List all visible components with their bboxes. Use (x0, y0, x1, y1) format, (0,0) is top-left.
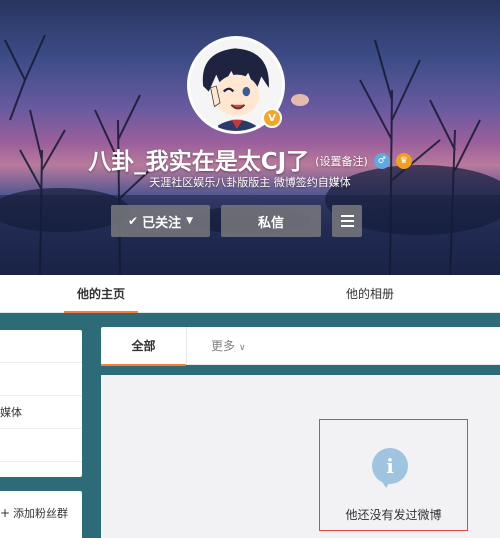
message-button[interactable]: 私信 (221, 205, 321, 237)
following-button[interactable]: ✔ 已关注 ▼ (111, 205, 210, 237)
empty-feed-notice: i 他还没有发过微博 (319, 419, 468, 531)
sidebar-row (0, 429, 82, 462)
tab-all[interactable]: 全部 (101, 327, 187, 366)
plus-icon: + (0, 506, 11, 520)
message-label: 私信 (257, 215, 284, 231)
add-fan-group-label: 添加粉丝群 (13, 507, 69, 520)
fan-group-card: + 添加粉丝群 (0, 491, 82, 538)
crown-icon[interactable]: ♛ (395, 153, 412, 169)
hamburger-menu-icon (340, 215, 354, 227)
profile-name: 八卦_我实在是太CJ了 (88, 149, 310, 175)
sidebar-row (0, 330, 82, 363)
sidebar-item-text: 媒体 (0, 396, 82, 429)
tab-more-label: 更多 (211, 339, 236, 353)
profile-tab-bar: 他的主页 他的相册 (0, 275, 500, 313)
set-remark-link[interactable]: (设置备注) (315, 153, 368, 169)
profile-intro: 天涯社区娱乐八卦版版主 微博签约自媒体 (149, 176, 351, 189)
more-menu-button[interactable] (332, 205, 362, 237)
sidebar-row (0, 363, 82, 396)
caret-down-icon: ▼ (186, 216, 193, 226)
sidebar-info-card: 媒体 (0, 330, 82, 477)
feed-content: i 他还没有发过微博 (101, 375, 500, 538)
tab-more[interactable]: 更多 ∨ (211, 327, 246, 365)
profile-cover: V 八卦_我实在是太CJ了 (设置备注) ♂ ♛ 天涯社区娱乐八卦版版主 微博签… (0, 0, 500, 275)
weibo-member-icon[interactable]: ♂ (373, 153, 390, 169)
chevron-down-icon: ∨ (239, 343, 246, 353)
following-label: 已关注 (142, 215, 182, 231)
feed-filter-tabs: 全部 更多 ∨ (101, 327, 500, 366)
tab-home[interactable]: 他的主页 (64, 275, 138, 313)
profile-name-row: 八卦_我实在是太CJ了 (设置备注) ♂ ♛ (0, 142, 500, 176)
empty-feed-message: 他还没有发过微博 (345, 508, 442, 522)
check-icon: ✔ (128, 214, 139, 228)
add-fan-group-button[interactable]: + 添加粉丝群 (0, 505, 68, 521)
info-icon: i (372, 448, 408, 484)
tab-album[interactable]: 他的相册 (330, 275, 410, 313)
verified-badge-icon: V (262, 108, 282, 128)
info-icon-tail (381, 480, 391, 488)
